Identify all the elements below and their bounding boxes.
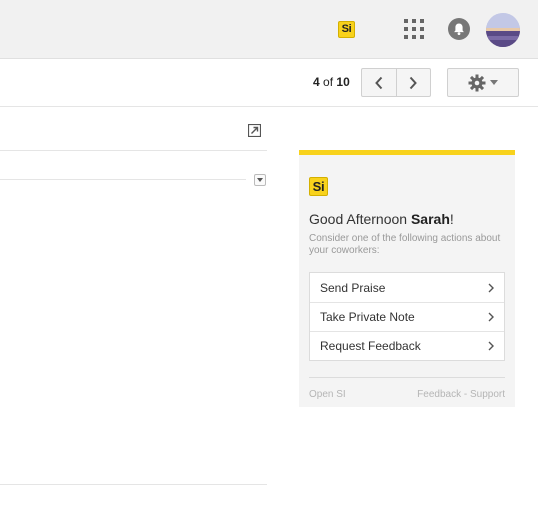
message-options-button[interactable] — [254, 174, 266, 186]
action-label: Take Private Note — [320, 310, 415, 324]
older-button[interactable] — [395, 69, 431, 96]
caret-down-icon — [490, 80, 498, 85]
apps-grid-icon[interactable] — [404, 19, 424, 39]
si-extension-icon[interactable]: Si — [338, 21, 355, 38]
notifications-bell-icon[interactable] — [448, 18, 470, 40]
widget-divider — [309, 377, 505, 378]
account-avatar[interactable] — [486, 13, 520, 47]
greeting: Good Afternoon Sarah! — [309, 211, 454, 227]
greeting-prefix: Good Afternoon — [309, 211, 411, 227]
action-label: Request Feedback — [320, 339, 421, 353]
chevron-left-icon — [374, 76, 382, 89]
chevron-right-icon — [488, 283, 494, 292]
take-private-note-action[interactable]: Take Private Note — [310, 302, 504, 331]
chevron-right-icon — [410, 76, 418, 89]
greeting-suffix: ! — [449, 211, 454, 227]
pager-total: 10 — [336, 75, 350, 89]
settings-button[interactable] — [447, 68, 519, 97]
pager-buttons — [361, 68, 431, 97]
action-label: Send Praise — [320, 280, 386, 295]
pager-current: 4 — [313, 75, 320, 89]
greeting-name: Sarah — [410, 211, 450, 227]
action-list: Send Praise Take Private Note Request Fe… — [309, 272, 505, 361]
chevron-right-icon — [488, 312, 494, 322]
request-feedback-action[interactable]: Request Feedback — [310, 331, 504, 360]
message-divider — [0, 150, 267, 151]
dropdown-arrow-icon — [257, 178, 263, 182]
widget-subtitle: Consider one of the following actions ab… — [309, 233, 501, 256]
si-widget-panel: Si Good Afternoon Sarah! Consider one of… — [299, 150, 515, 407]
top-bar: Si — [0, 0, 538, 59]
chevron-right-icon — [488, 341, 494, 351]
feedback-support-link[interactable]: Feedback - Support — [417, 389, 505, 400]
pager-text: 4 of 10 — [313, 75, 350, 89]
message-header-divider — [0, 179, 246, 180]
popout-icon[interactable] — [248, 124, 261, 137]
pager-of: of — [323, 75, 334, 89]
send-praise-action[interactable]: Send Praise — [310, 273, 504, 302]
si-logo: Si — [309, 177, 328, 196]
newer-button[interactable] — [362, 69, 396, 96]
open-si-link[interactable]: Open SI — [309, 389, 346, 400]
message-footer-divider — [0, 484, 267, 485]
gear-icon — [468, 74, 486, 91]
message-toolbar: 4 of 10 — [0, 59, 538, 107]
